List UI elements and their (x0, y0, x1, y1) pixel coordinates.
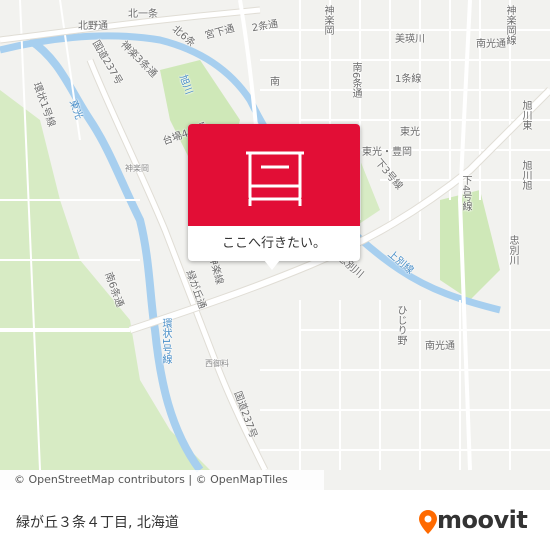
label-minami: 南 (270, 77, 280, 88)
attribution-separator: | (184, 473, 196, 486)
label-kitano-dori: 北野通 (78, 21, 108, 32)
label-hijiri: 南光通 (425, 341, 455, 352)
label-1jo: 1条線 (395, 74, 422, 85)
label-nanko: 南光通 (476, 39, 506, 50)
location-title: 緑が丘３条４丁目, 北海道 (16, 515, 179, 531)
label-shinrinen: 神楽岡 (322, 5, 333, 35)
label-kagura-sm: 神楽岡 (125, 164, 149, 173)
omt-attribution-link[interactable]: © OpenMapTiles (196, 473, 288, 486)
label-toko: 東光 (400, 127, 420, 138)
moovit-logo[interactable]: moovit (417, 506, 537, 538)
label-shita4: 旭川東 (520, 100, 531, 130)
destination-callout[interactable]: ここへ行きたい。 (188, 124, 360, 270)
label-bieigawa-low: 環状1号線 (160, 318, 171, 365)
label-higashi9: 東光・豊岡 (362, 147, 412, 158)
osm-attribution-link[interactable]: © OpenStreetMap contributors (14, 473, 185, 486)
callout-pointer (264, 260, 280, 270)
footer-bar: 緑が丘３条４丁目, 北海道 moovit (0, 490, 550, 550)
label-kaguraokasen: 神楽岡線 (504, 5, 515, 45)
label-taishibashi: 美瑛川 (395, 34, 425, 45)
moovit-wordmark: moovit (437, 506, 528, 534)
bus-stop-icon (246, 151, 304, 206)
label-nishigoryo: 西御料 (205, 359, 229, 368)
label-toko-toyooka: 南6条通 (350, 62, 361, 99)
label-kitaichijo: 北一条 (128, 9, 158, 20)
label-asahikawa-asahi: 忠別川 (507, 235, 518, 265)
callout-label: ここへ行きたい。 (221, 236, 326, 251)
moovit-pin-icon (419, 510, 437, 534)
label-shita3: 下4号線 (460, 175, 471, 212)
map-attribution: © OpenStreetMap contributors | © OpenMap… (0, 470, 324, 490)
label-asahikawa-higashi: 旭川旭 (520, 160, 531, 190)
callout-header (188, 124, 360, 226)
label-kamibetsu: ひじり野 (395, 305, 406, 345)
